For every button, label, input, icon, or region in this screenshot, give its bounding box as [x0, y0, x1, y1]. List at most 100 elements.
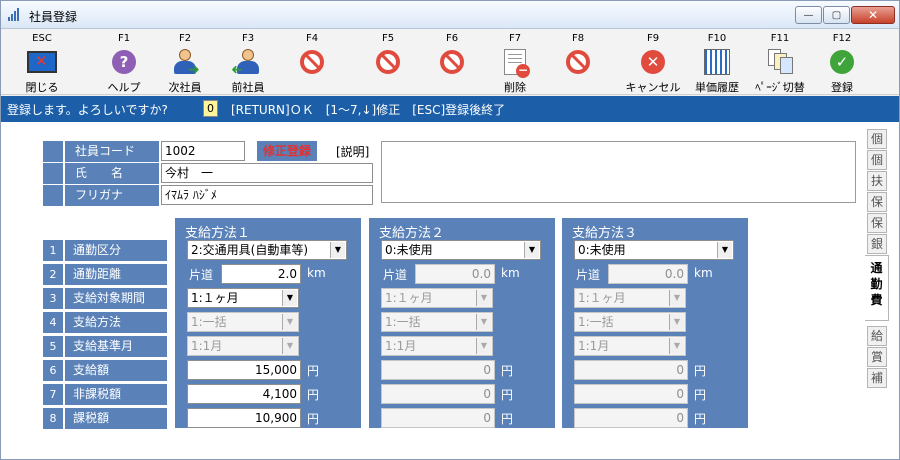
employee-registration-window: 社員登録 — ▢ ✕ ESC 閉じる F1 ? ヘルプ F2 ➜ 次社員 F3 … — [0, 0, 900, 460]
distance-field[interactable]: 2.0 — [221, 264, 301, 284]
yen-unit: 円 — [307, 412, 320, 426]
fkey-label: F5 — [381, 33, 395, 44]
side-tab[interactable]: 賞 — [867, 347, 887, 367]
taxable-field[interactable]: 0 — [381, 408, 495, 428]
period-select[interactable]: 1:１ヶ月 ▼ — [381, 288, 493, 308]
f9-cancel-button[interactable]: F9 ✕ キャンセル — [624, 33, 682, 94]
register-check-icon: ✓ — [830, 50, 854, 74]
confirm-input[interactable]: 0 — [203, 100, 218, 117]
commute-type-select[interactable]: 2:交通用具(自動車等) ▼ — [187, 240, 347, 260]
commute-type-select[interactable]: 0:未使用 ▼ — [574, 240, 734, 260]
exit-monitor-icon — [27, 51, 57, 73]
side-tab[interactable]: 銀 — [867, 234, 887, 254]
side-tab[interactable]: 給 — [867, 326, 887, 346]
cancel-icon: ✕ — [641, 50, 665, 74]
fkey-label: F12 — [832, 33, 852, 44]
employee-code-field[interactable]: 1002 — [161, 141, 245, 161]
amount-field[interactable]: 15,000 — [187, 360, 301, 380]
close-window-button[interactable]: ✕ — [851, 6, 895, 24]
distance-field[interactable]: 0.0 — [608, 264, 688, 284]
help-icon: ? — [112, 50, 136, 74]
dropdown-arrow-icon: ▼ — [717, 242, 732, 258]
price-history-icon — [704, 49, 730, 75]
fkey-label: F9 — [646, 33, 660, 44]
base-month-select[interactable]: 1:1月 ▼ — [381, 336, 493, 356]
side-tab[interactable]: 補 — [867, 368, 887, 388]
f4-button[interactable]: F4 — [283, 33, 341, 93]
close-icon: ✕ — [867, 8, 879, 22]
f3-previous-employee-button[interactable]: F3 ➜ 前社員 — [219, 33, 277, 94]
f5-button[interactable]: F5 — [359, 33, 417, 93]
message-bar: 登録します。よろしいですか? 0 [RETURN]ＯＫ [1～7,↓]修正 [E… — [1, 96, 899, 122]
method-panel-1: 支給方法１ 2:交通用具(自動車等) ▼ 片道 2.0 km 1:１ヶ月 ▼ 1:一… — [175, 218, 361, 428]
commute-type-select[interactable]: 0:未使用 ▼ — [381, 240, 541, 260]
delete-document-icon: − — [504, 49, 530, 78]
main-form: 社員コード 1002 修正登録 [説明] 氏 名 今村 一 フリガナ ｲﾏﾑﾗ … — [1, 122, 899, 459]
f11-page-switch-button[interactable]: F11 ﾍﾟｰｼﾞ切替 — [751, 33, 809, 94]
fkey-label: F1 — [117, 33, 131, 44]
dropdown-arrow-icon: ▼ — [476, 314, 491, 330]
disabled-icon — [566, 50, 590, 74]
pay-method-select[interactable]: 1:一括 ▼ — [187, 312, 299, 332]
pay-method-select[interactable]: 1:一括 ▼ — [574, 312, 686, 332]
method-panel-title: 支給方法２ — [379, 226, 445, 241]
disabled-icon — [440, 50, 464, 74]
window-title: 社員登録 — [29, 10, 78, 24]
pay-method-select[interactable]: 1:一括 ▼ — [381, 312, 493, 332]
f6-button[interactable]: F6 — [423, 33, 481, 93]
fkey-caption: キャンセル — [625, 81, 681, 94]
f10-price-history-button[interactable]: F10 単価履歴 — [688, 33, 746, 94]
employee-kana-field[interactable]: ｲﾏﾑﾗ ﾊｼﾞﾒ — [161, 185, 373, 205]
f8-button[interactable]: F8 — [549, 33, 607, 93]
row-label-nontaxable: 7 非課税額 — [43, 384, 167, 405]
f1-help-button[interactable]: F1 ? ヘルプ — [95, 33, 153, 94]
nontaxable-field[interactable]: 0 — [381, 384, 495, 404]
period-select[interactable]: 1:１ヶ月 ▼ — [574, 288, 686, 308]
taxable-field[interactable]: 10,900 — [187, 408, 301, 428]
dropdown-arrow-icon: ▼ — [669, 290, 684, 306]
side-tab[interactable]: 保 — [867, 192, 887, 212]
taxable-field[interactable]: 0 — [574, 408, 688, 428]
amount-field[interactable]: 0 — [381, 360, 495, 380]
method-panel-2: 支給方法２ 0:未使用 ▼ 片道 0.0 km 1:１ヶ月 ▼ 1:一括 ▼ 1:1月… — [369, 218, 555, 428]
dropdown-arrow-icon: ▼ — [282, 290, 297, 306]
f12-register-button[interactable]: F12 ✓ 登録 — [813, 33, 871, 94]
period-select[interactable]: 1:１ヶ月 ▼ — [187, 288, 299, 308]
side-tab[interactable]: 個 — [867, 150, 887, 170]
yen-unit: 円 — [307, 388, 320, 402]
f2-next-employee-button[interactable]: F2 ➜ 次社員 — [156, 33, 214, 94]
fkey-caption: 次社員 — [168, 81, 202, 94]
edit-mode-badge: 修正登録 — [257, 141, 317, 161]
esc-close-button[interactable]: ESC 閉じる — [13, 33, 71, 94]
f7-delete-button[interactable]: F7 − 削除 — [486, 33, 544, 94]
yen-unit: 円 — [694, 364, 707, 378]
side-tab[interactable]: 保 — [867, 213, 887, 233]
side-tab-commute[interactable]: 通勤費 — [865, 255, 889, 321]
minimize-button[interactable]: — — [795, 6, 822, 24]
maximize-button[interactable]: ▢ — [823, 6, 850, 24]
side-tab[interactable]: 扶 — [867, 171, 887, 191]
yen-unit: 円 — [694, 412, 707, 426]
distance-prefix: 片道 — [189, 268, 214, 282]
label-marker — [43, 163, 63, 184]
side-tab[interactable]: 個 — [867, 129, 887, 149]
nontaxable-field[interactable]: 4,100 — [187, 384, 301, 404]
employee-name-field[interactable]: 今村 一 — [161, 163, 373, 183]
nontaxable-field[interactable]: 0 — [574, 384, 688, 404]
yen-unit: 円 — [501, 412, 514, 426]
distance-field[interactable]: 0.0 — [415, 264, 495, 284]
base-month-select[interactable]: 1:1月 ▼ — [187, 336, 299, 356]
fkey-caption: 削除 — [504, 81, 526, 94]
fkey-label: F2 — [178, 33, 192, 44]
fkey-label: F7 — [508, 33, 522, 44]
yen-unit: 円 — [307, 364, 320, 378]
fkey-caption: 閉じる — [25, 81, 59, 94]
dropdown-arrow-icon: ▼ — [476, 338, 491, 354]
fkey-label: F10 — [707, 33, 727, 44]
description-textarea[interactable] — [381, 141, 856, 203]
amount-field[interactable]: 0 — [574, 360, 688, 380]
base-month-select[interactable]: 1:1月 ▼ — [574, 336, 686, 356]
label-marker — [43, 141, 63, 162]
fkey-label: F6 — [445, 33, 459, 44]
app-chart-icon — [8, 8, 22, 21]
